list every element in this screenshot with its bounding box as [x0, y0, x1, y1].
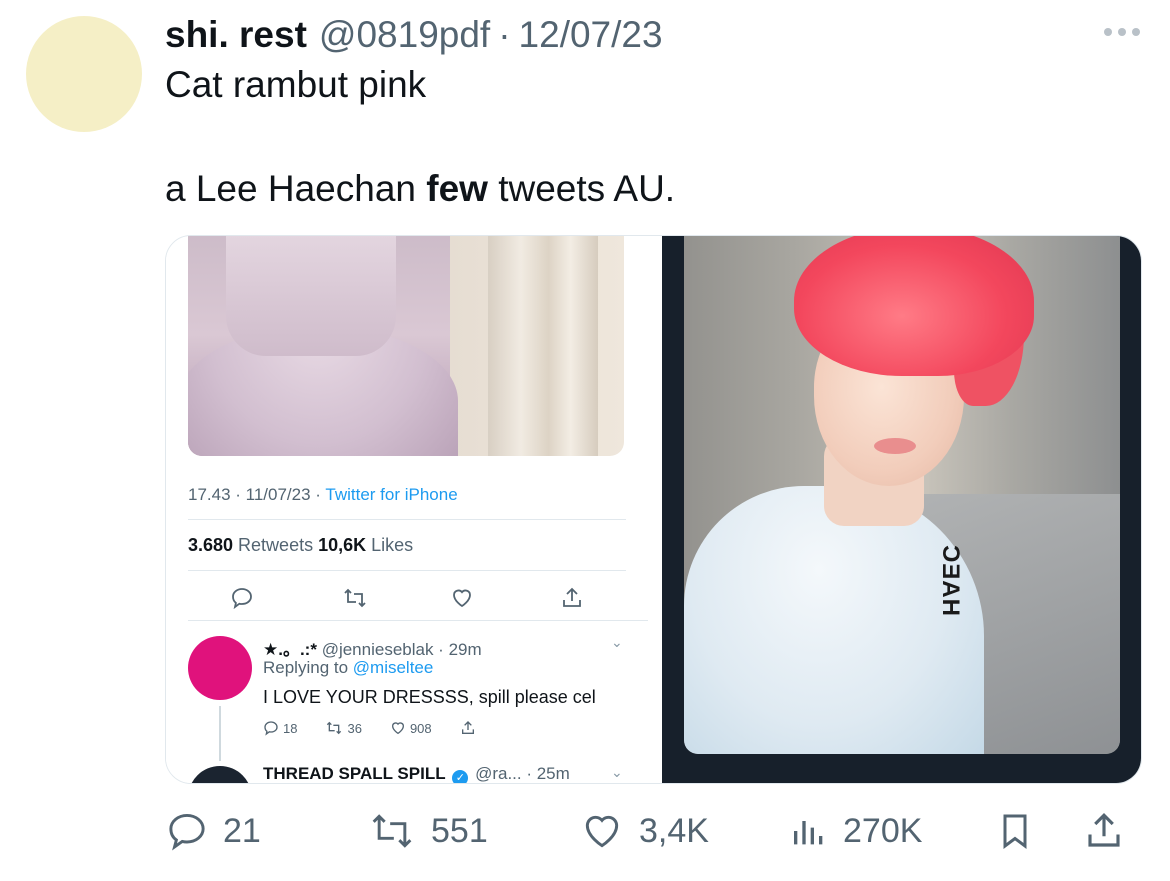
more-icon[interactable] — [1104, 28, 1140, 36]
verified-icon: ✓ — [452, 770, 469, 783]
views-button[interactable]: 270K — [789, 809, 922, 853]
action-bar: 21 551 3,4K 270K — [165, 809, 1140, 859]
pink-hair — [794, 236, 1034, 376]
embedded-share-icon — [560, 586, 584, 617]
reply2-header: THREAD SPALL SPILL ✓ @ra... · 25m — [263, 764, 570, 783]
divider — [188, 519, 626, 520]
embedded-retweets-count: 3.680 — [188, 535, 234, 555]
dress-image — [188, 236, 458, 456]
heart-icon — [391, 722, 404, 735]
reply-count: 21 — [223, 811, 261, 850]
replying-label: Replying to — [263, 658, 353, 677]
reply-avatar — [188, 636, 252, 700]
reply-name: ★.。.:* — [263, 640, 317, 659]
embedded-retweets-label: Retweets — [233, 535, 319, 555]
retweet-count: 551 — [431, 811, 488, 850]
shirt-print: HAEC — [937, 543, 965, 617]
divider — [188, 620, 648, 621]
reply-like-count: 908 — [390, 720, 432, 736]
count: 908 — [409, 720, 432, 736]
pillar-image — [488, 236, 598, 456]
embedded-like-icon — [450, 586, 474, 617]
reply-share — [460, 720, 476, 736]
divider — [188, 570, 626, 571]
reply2-avatar — [188, 766, 252, 783]
media-image-screenshot[interactable]: 17.43 · 11/07/23 · Twitter for iPhone 3.… — [166, 236, 659, 783]
avatar[interactable] — [26, 16, 142, 132]
embedded-likes-label: Likes — [366, 535, 414, 555]
tweet-text-line1: Cat rambut pink — [165, 64, 427, 105]
replying-handle: @miseltee — [352, 658, 434, 677]
bookmark-icon — [1003, 814, 1027, 849]
replying-to: Replying to @miseltee — [263, 658, 433, 678]
pink-hair-photo: HAEC — [684, 236, 1120, 754]
reply-header: ★.。.:* @jennieseblak · 29m — [263, 635, 482, 660]
retweet-icon — [372, 814, 412, 848]
embedded-retweet-icon — [342, 586, 368, 617]
retweet-icon — [327, 721, 342, 735]
reply2-name: THREAD SPALL SPILL — [263, 764, 446, 783]
like-count: 3,4K — [639, 811, 709, 850]
analytics-icon — [794, 821, 823, 845]
media-image-photo[interactable]: HAEC — [662, 236, 1141, 783]
dress-photo — [188, 236, 624, 456]
embedded-source: Twitter for iPhone — [325, 485, 458, 504]
heart-icon — [585, 815, 619, 848]
share-icon — [1088, 813, 1120, 847]
tweet-text-part: a Lee Haechan — [165, 168, 427, 209]
reply-icon — [169, 813, 205, 851]
retweet-button[interactable]: 551 — [367, 809, 488, 853]
tweet-text-part: tweets AU. — [487, 168, 676, 209]
display-name[interactable]: shi. rest — [165, 14, 307, 56]
share-button[interactable] — [1083, 809, 1125, 853]
view-count: 270K — [843, 811, 923, 850]
thread-line — [219, 706, 221, 761]
chevron-down-icon: ⌄ — [611, 634, 623, 650]
handle[interactable]: @0819pdf — [319, 14, 490, 56]
tweet-header: shi. rest @0819pdf · 12/07/23 — [165, 14, 1090, 58]
reply-retweet-count: 36 — [325, 720, 362, 736]
reply2-handle-time: @ra... · 25m — [470, 764, 570, 783]
separator: · — [498, 14, 511, 55]
embedded-stats: 3.680 Retweets 10,6K Likes — [188, 535, 413, 556]
embedded-meta: 17.43 · 11/07/23 · Twitter for iPhone — [188, 485, 458, 505]
embedded-time: 17.43 · 11/07/23 · — [188, 485, 326, 504]
embedded-reply-icon — [230, 586, 254, 617]
bookmark-button[interactable] — [995, 809, 1035, 853]
reply-button[interactable]: 21 — [165, 809, 261, 853]
tweet-date[interactable]: 12/07/23 — [519, 14, 663, 56]
reply-icon — [264, 721, 278, 736]
reply-text: I LOVE YOUR DRESSSS, spill please cel — [263, 687, 596, 707]
reply-actions: 18 36 908 — [263, 720, 504, 736]
count: 36 — [347, 720, 362, 736]
embedded-likes-count: 10,6K — [318, 535, 367, 555]
reply-reply-count: 18 — [263, 720, 297, 736]
like-button[interactable]: 3,4K — [579, 809, 709, 853]
reply-handle-time: @jennieseblak · 29m — [316, 640, 482, 659]
count: 18 — [283, 720, 298, 736]
media-grid[interactable]: 17.43 · 11/07/23 · Twitter for iPhone 3.… — [165, 235, 1142, 784]
share-icon — [461, 721, 474, 734]
tweet-text-line2: a Lee Haechan few tweets AU. — [165, 168, 675, 210]
chevron-down-icon: ⌄ — [611, 764, 623, 780]
tweet-text-bold: few — [426, 168, 488, 209]
